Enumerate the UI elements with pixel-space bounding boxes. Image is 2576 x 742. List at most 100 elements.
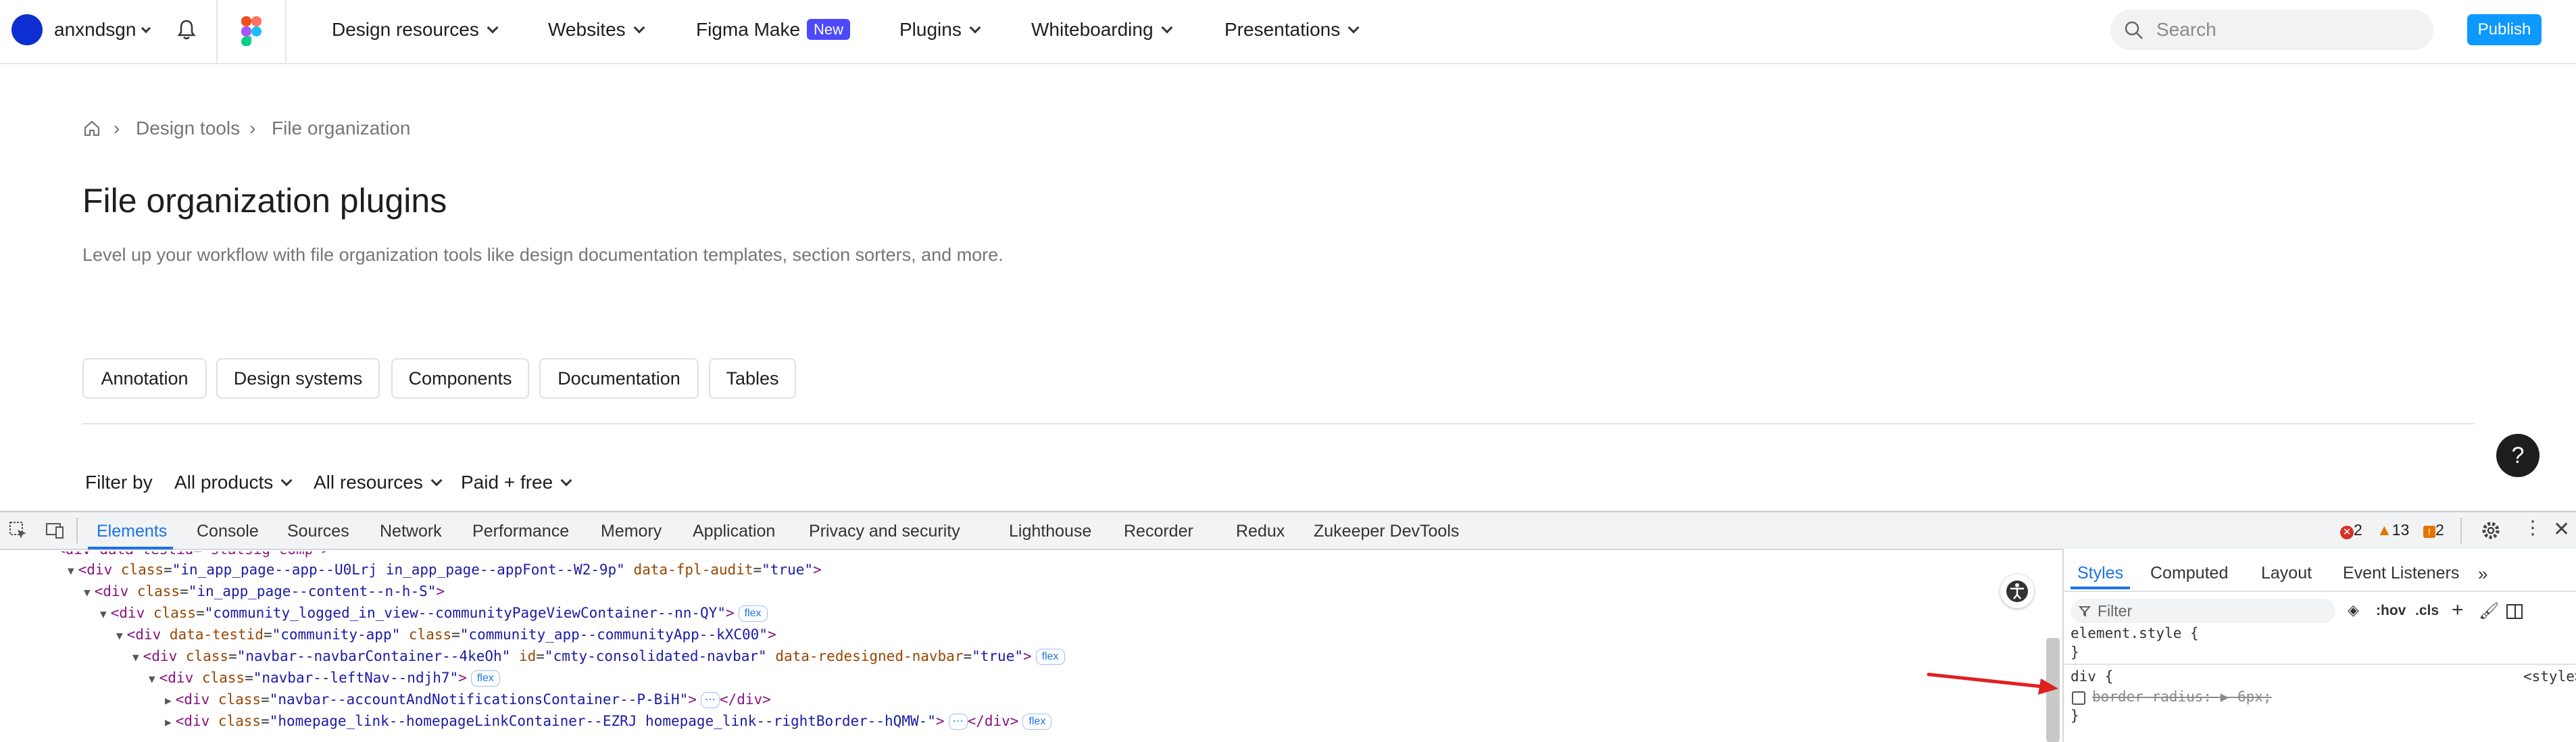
- css-value-text: 6px;: [2237, 689, 2272, 705]
- filter-label: Paid + free: [461, 472, 553, 493]
- flex-badge[interactable]: flex: [1022, 714, 1052, 730]
- layers-icon[interactable]: ◈: [2348, 601, 2359, 619]
- accessibility-button[interactable]: [2000, 574, 2034, 608]
- flex-badge[interactable]: flex: [470, 670, 500, 687]
- filter-products-dropdown[interactable]: All products: [174, 472, 293, 493]
- publish-button[interactable]: Publish: [2467, 14, 2542, 45]
- dom-tag: <div: [175, 713, 218, 729]
- devtools-panel: Elements Console Sources Network Perform…: [0, 511, 2576, 742]
- chip-components[interactable]: Components: [391, 358, 529, 399]
- css-value: ▶ 6px;: [2221, 689, 2272, 705]
- nav-presentations[interactable]: Presentations: [1224, 19, 1360, 41]
- dom-node[interactable]: ▼ <div data-testid="community-app" class=…: [116, 624, 776, 646]
- flex-badge[interactable]: flex: [738, 605, 768, 622]
- more-options-icon[interactable]: ⋮: [2523, 516, 2542, 539]
- tab-layout[interactable]: Layout: [2261, 564, 2312, 583]
- tab-elements[interactable]: Elements: [97, 522, 167, 541]
- tab-console[interactable]: Console: [197, 522, 259, 541]
- rule-close-brace: }: [2071, 644, 2079, 660]
- filter-resources-dropdown[interactable]: All resources: [314, 472, 443, 493]
- expand-triangle-icon[interactable]: ▼: [116, 629, 123, 642]
- tab-zukeeper[interactable]: Zukeeper DevTools: [1314, 522, 1459, 541]
- dom-node[interactable]: ▼ <div class="in_app_page--app--U0Lrj in_…: [68, 560, 822, 581]
- chip-tables[interactable]: Tables: [709, 358, 796, 399]
- chip-annotation[interactable]: Annotation: [82, 358, 207, 399]
- home-icon[interactable]: [82, 119, 101, 138]
- collapsed-triangle-icon[interactable]: ▶: [165, 694, 172, 707]
- nav-item-label: Presentations: [1224, 19, 1341, 40]
- dom-node[interactable]: ▼ <div class="navbar--navbarContainer--4k…: [132, 646, 1065, 668]
- dom-attr: id: [518, 648, 537, 664]
- dom-tag: <div: [175, 691, 218, 708]
- search-input[interactable]: Search: [2110, 9, 2433, 50]
- expand-triangle-icon[interactable]: ▼: [149, 672, 155, 685]
- tab-application[interactable]: Application: [693, 522, 775, 541]
- red-arrow-annotation: [1927, 672, 2058, 695]
- filter-placeholder: Filter: [2098, 602, 2133, 620]
- expand-triangle-icon[interactable]: ▼: [84, 586, 91, 599]
- filter-price-dropdown[interactable]: Paid + free: [461, 472, 572, 493]
- device-toolbar-icon[interactable]: [45, 520, 65, 541]
- nav-plugins[interactable]: Plugins: [899, 19, 981, 41]
- dom-node[interactable]: ▼ <div class="navbar--leftNav--ndjh7"> fle…: [149, 668, 500, 689]
- ellipsis-badge-icon[interactable]: ⋯: [948, 714, 968, 730]
- nav-design-resources[interactable]: Design resources: [332, 19, 499, 41]
- flex-badge[interactable]: flex: [1035, 649, 1065, 665]
- css-property[interactable]: border-radius: ▶ 6px;: [2092, 687, 2272, 707]
- tab-recorder[interactable]: Recorder: [1124, 522, 1193, 541]
- hov-toggle[interactable]: :hov: [2376, 603, 2406, 619]
- dom-equals: =: [753, 562, 762, 578]
- expand-triangle-icon[interactable]: ▼: [100, 608, 107, 620]
- dom-tag: >: [1022, 648, 1032, 664]
- tab-event-listeners[interactable]: Event Listeners: [2343, 564, 2459, 583]
- nav-figma-make[interactable]: Figma Make New: [696, 19, 851, 41]
- chip-documentation[interactable]: Documentation: [539, 358, 699, 399]
- dom-node[interactable]: ▶ <div class="navbar--accountAndNotificat…: [165, 689, 771, 711]
- ellipsis-badge-icon[interactable]: ⋯: [700, 692, 720, 708]
- property-checkbox[interactable]: [2072, 691, 2085, 705]
- tab-performance[interactable]: Performance: [472, 522, 569, 541]
- help-button[interactable]: ?: [2496, 434, 2540, 477]
- error-counter[interactable]: ✕ 2: [2340, 521, 2362, 539]
- nav-websites[interactable]: Websites: [548, 19, 645, 41]
- dom-tag: >: [725, 605, 735, 621]
- tab-privacy-security[interactable]: Privacy and security: [809, 522, 960, 541]
- tab-sources[interactable]: Sources: [287, 522, 349, 541]
- add-rule-icon[interactable]: +: [2452, 599, 2464, 622]
- tab-styles[interactable]: Styles: [2077, 564, 2123, 583]
- bell-icon[interactable]: [177, 19, 196, 41]
- collapsed-triangle-icon[interactable]: ▶: [165, 716, 172, 728]
- styles-filter-input[interactable]: Filter: [2071, 599, 2335, 623]
- settings-gear-icon[interactable]: [2480, 520, 2502, 541]
- more-tabs-icon[interactable]: »: [2478, 564, 2487, 585]
- figma-logo-icon[interactable]: [241, 16, 262, 46]
- dom-equals: =: [228, 648, 237, 664]
- expand-triangle-icon[interactable]: ▼: [132, 651, 139, 664]
- tab-network[interactable]: Network: [380, 522, 442, 541]
- dom-node[interactable]: ▼ <div class="in_app_page--content--n-h-S…: [84, 581, 445, 603]
- chevron-down-icon: [487, 22, 499, 34]
- dom-tag: >: [436, 583, 445, 599]
- tab-memory[interactable]: Memory: [601, 522, 662, 541]
- avatar[interactable]: [11, 14, 43, 45]
- nav-whiteboarding[interactable]: Whiteboarding: [1031, 19, 1173, 41]
- cls-toggle[interactable]: .cls: [2415, 603, 2439, 619]
- inspect-element-icon[interactable]: [8, 520, 28, 541]
- tab-redux[interactable]: Redux: [1236, 522, 1285, 541]
- issues-counter[interactable]: ! 2: [2423, 521, 2444, 539]
- breadcrumb-design-tools[interactable]: Design tools: [136, 118, 240, 139]
- warning-counter[interactable]: ▲13: [2377, 521, 2409, 539]
- dom-attr: class: [153, 605, 197, 621]
- toggle-sidebar-icon[interactable]: [2506, 603, 2523, 620]
- dom-node[interactable]: ▼ <div class="community_logged_in_view--c…: [100, 603, 768, 624]
- tab-lighthouse[interactable]: Lighthouse: [1009, 522, 1091, 541]
- expand-triangle-icon[interactable]: ▼: [68, 564, 74, 577]
- paint-format-icon[interactable]: 🖌: [2479, 601, 2499, 621]
- tab-computed[interactable]: Computed: [2150, 564, 2228, 583]
- dom-node[interactable]: ▶ <div class="homepage_link--homepageLink…: [165, 711, 1052, 733]
- breadcrumb-file-organization[interactable]: File organization: [272, 118, 410, 139]
- username-menu[interactable]: anxndsgn: [54, 19, 151, 41]
- chip-design-systems[interactable]: Design systems: [216, 358, 380, 399]
- close-devtools-icon[interactable]: ✕: [2553, 518, 2570, 541]
- rule-source-link[interactable]: <style>: [2523, 666, 2576, 687]
